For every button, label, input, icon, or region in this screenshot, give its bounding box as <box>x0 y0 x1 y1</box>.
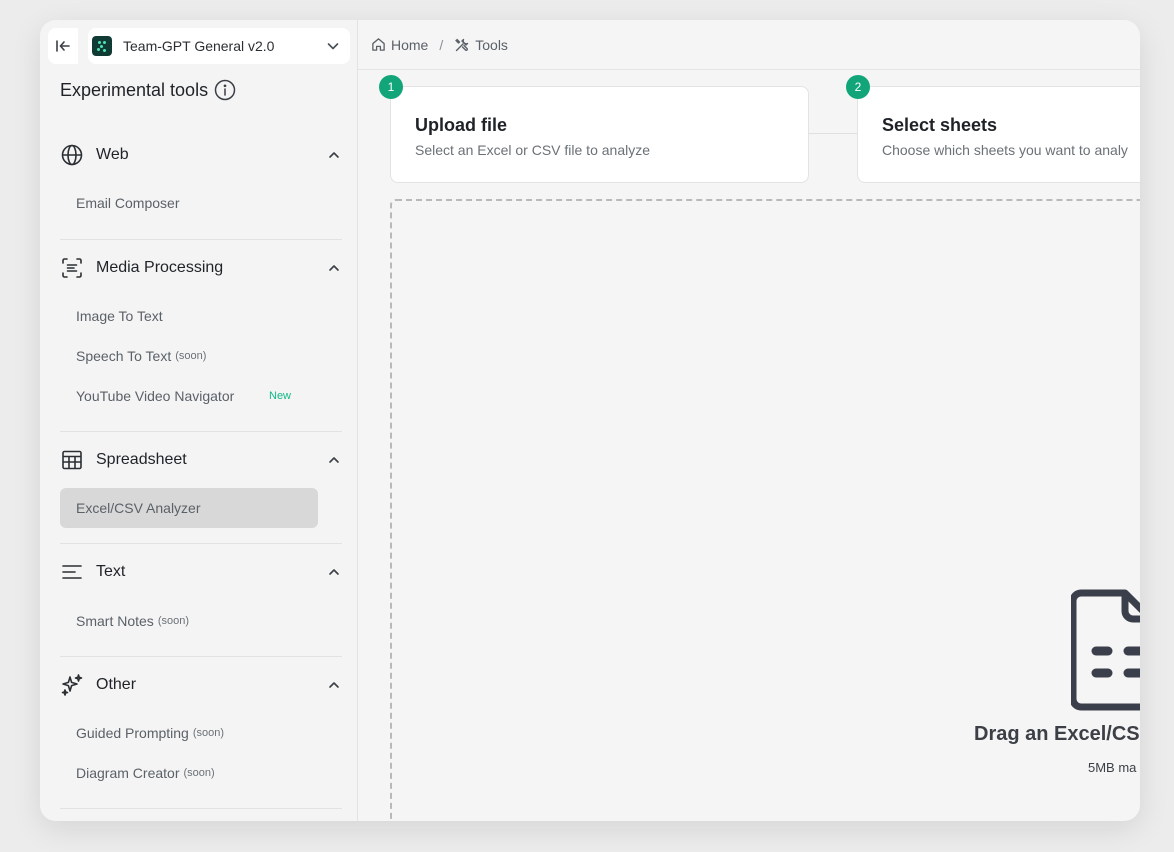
text-align-left-icon <box>60 560 84 584</box>
workspace-name: Team-GPT General v2.0 <box>123 38 275 54</box>
chevron-up-icon <box>326 677 342 693</box>
soon-tag: (soon) <box>157 615 189 627</box>
breadcrumb-home-label: Home <box>391 36 429 53</box>
section-spreadsheet-header[interactable]: Spreadsheet <box>60 446 342 474</box>
section-media-processing: Media Processing <box>60 254 342 282</box>
section-label: Media Processing <box>96 259 224 276</box>
sidebar-item-diagram-creator[interactable]: Diagram Creator (soon) <box>60 753 318 793</box>
breadcrumb-current: Tools <box>454 37 508 53</box>
globe-icon <box>60 143 84 167</box>
item-label: Email Composer <box>76 195 180 211</box>
section-web-header[interactable]: Web <box>60 141 342 169</box>
sidebar-item-guided-prompting[interactable]: Guided Prompting (soon) <box>60 713 318 753</box>
tools-icon <box>455 38 469 51</box>
item-label: Guided Prompting <box>76 725 189 741</box>
item-label: YouTube Video Navigator <box>76 388 235 404</box>
soon-tag: (soon) <box>175 350 207 362</box>
section-media-header[interactable]: Media Processing <box>60 254 342 282</box>
sidebar-item-excel-csv-analyzer[interactable]: Excel/CSV Analyzer <box>60 488 318 528</box>
item-label: Image To Text <box>76 308 163 324</box>
section-label: Text <box>96 563 126 580</box>
collapse-sidebar-button[interactable] <box>48 28 78 64</box>
breadcrumb-home-link[interactable]: Home <box>371 37 428 53</box>
section-label: Web <box>96 146 129 163</box>
table-icon <box>60 448 84 472</box>
divider <box>60 431 342 432</box>
soon-tag: (soon) <box>183 767 215 779</box>
section-text: Text <box>60 558 342 586</box>
info-icon[interactable] <box>214 79 236 101</box>
chevron-up-icon <box>326 564 342 580</box>
scan-text-icon <box>60 256 84 280</box>
breadcrumb: Home / Tools <box>358 20 1140 70</box>
section-text-header[interactable]: Text <box>60 558 342 586</box>
item-label: Speech To Text <box>76 348 172 364</box>
sidebar-item-speech-to-text[interactable]: Speech To Text (soon) <box>60 336 318 376</box>
workspace-logo-icon <box>92 36 112 56</box>
sidebar-item-youtube-navigator[interactable]: YouTube Video Navigator New <box>60 376 318 416</box>
step-title: Select sheets <box>882 115 998 135</box>
divider <box>60 543 342 544</box>
breadcrumb-current-label: Tools <box>475 36 508 53</box>
divider <box>60 656 342 657</box>
divider <box>60 808 342 809</box>
chevron-up-icon <box>326 260 342 276</box>
sidebar: Team-GPT General v2.0 Experimental tools… <box>40 20 358 821</box>
workspace-select[interactable]: Team-GPT General v2.0 <box>88 28 350 64</box>
divider <box>60 239 342 240</box>
section-label: Spreadsheet <box>96 451 187 468</box>
section-web: Web <box>60 141 342 169</box>
step-description: Select an Excel or CSV file to analyze <box>415 142 651 158</box>
dropzone-size-hint: 5MB ma <box>1088 760 1137 775</box>
sidebar-title: Experimental tools <box>60 79 236 101</box>
sparkles-icon <box>60 673 84 697</box>
item-label: Excel/CSV Analyzer <box>76 500 201 516</box>
new-badge: New <box>269 390 292 402</box>
step-connector <box>809 133 857 134</box>
arrow-left-icon <box>56 40 70 52</box>
step-description: Choose which sheets you want to analy <box>882 142 1128 158</box>
section-label: Other <box>96 676 137 693</box>
step-number-badge: 1 <box>379 75 403 99</box>
step-title: Upload file <box>415 115 508 135</box>
step-number-badge: 2 <box>846 75 870 99</box>
breadcrumb-separator: / <box>439 36 444 53</box>
sidebar-item-smart-notes[interactable]: Smart Notes (soon) <box>60 601 318 641</box>
workspace-row: Team-GPT General v2.0 <box>48 28 350 64</box>
dropzone-title: Drag an Excel/CS <box>974 723 1140 745</box>
spreadsheet-file-icon <box>1071 589 1140 711</box>
item-label: Smart Notes <box>76 613 154 629</box>
section-other: Other <box>60 671 342 699</box>
section-spreadsheet: Spreadsheet <box>60 446 342 474</box>
chevron-up-icon <box>326 452 342 468</box>
sidebar-item-email-composer[interactable]: Email Composer <box>60 183 318 223</box>
home-icon <box>372 38 385 51</box>
chevron-down-icon <box>327 43 339 50</box>
step-card-upload-file[interactable]: Upload file Select an Excel or CSV file … <box>390 86 809 183</box>
item-label: Diagram Creator <box>76 765 180 781</box>
sidebar-title-text: Experimental tools <box>60 79 209 100</box>
chevron-up-icon <box>326 147 342 163</box>
sidebar-item-image-to-text[interactable]: Image To Text <box>60 296 318 336</box>
step-card-select-sheets[interactable]: Select sheets Choose which sheets you wa… <box>857 86 1140 183</box>
soon-tag: (soon) <box>192 727 225 739</box>
app-window: Team-GPT General v2.0 Experimental tools… <box>40 20 1140 821</box>
section-other-header[interactable]: Other <box>60 671 342 699</box>
